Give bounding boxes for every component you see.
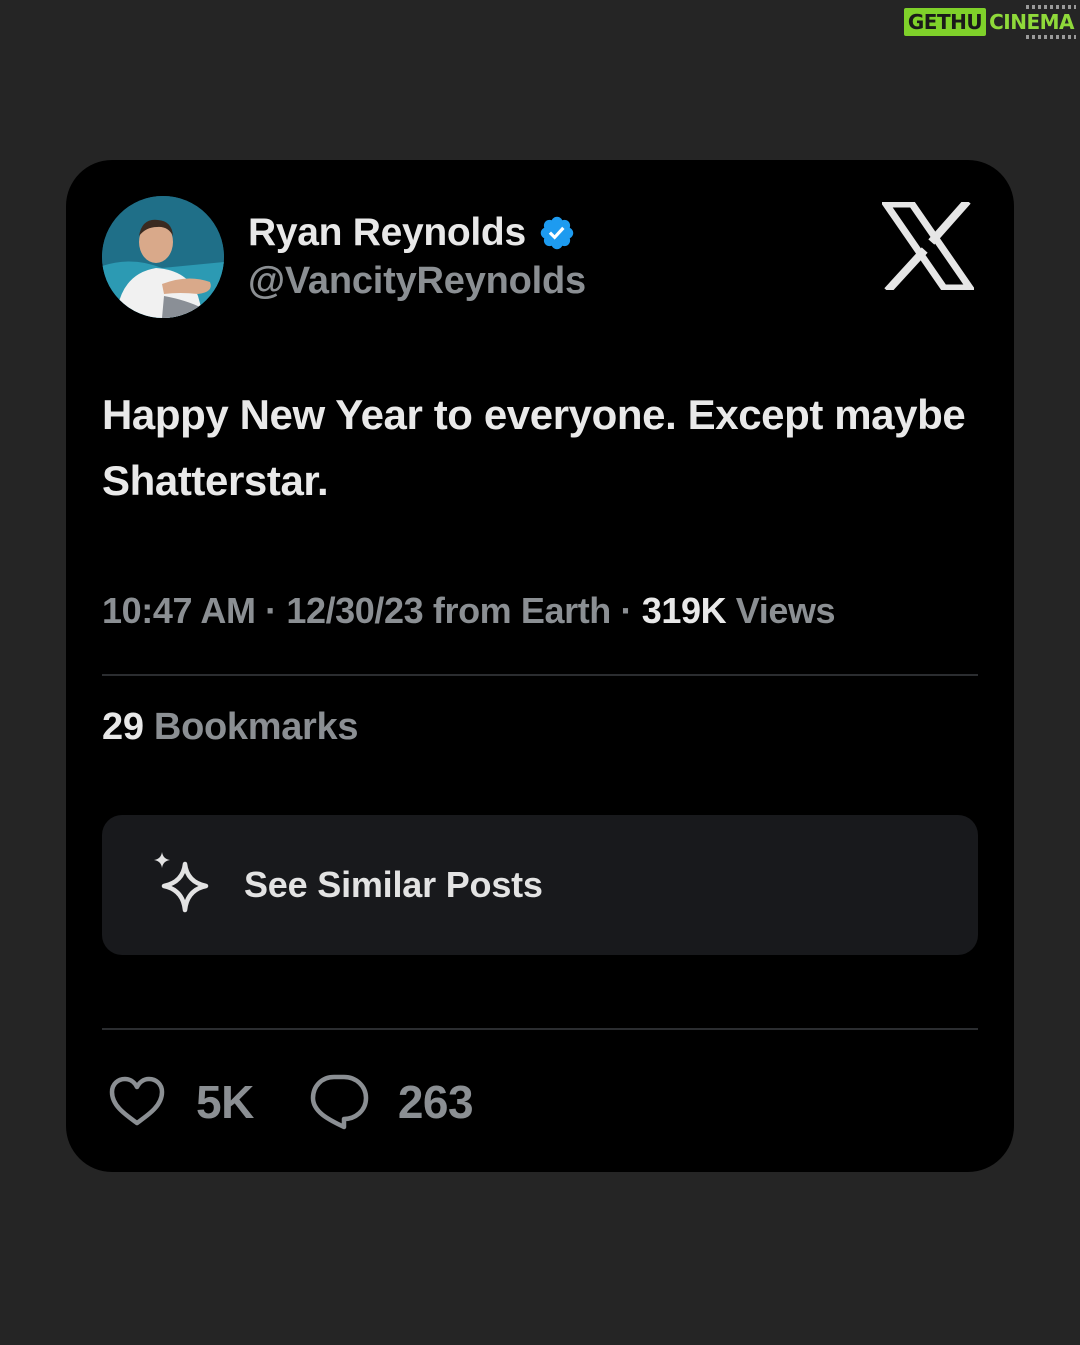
post-card: Ryan Reynolds @VancityReynolds Happy New…: [66, 160, 1014, 1172]
views-label: Views: [726, 590, 836, 631]
author-name-row: Ryan Reynolds: [248, 208, 586, 258]
post-meta: 10:47 AM · 12/30/23 from Earth · 319K Vi…: [102, 590, 836, 632]
bookmarks-stat[interactable]: 29 Bookmarks: [102, 706, 359, 749]
meta-separator: ·: [255, 590, 287, 631]
heart-icon: [109, 1076, 165, 1126]
bookmarks-count: 29: [102, 706, 144, 748]
post-date[interactable]: 12/30/23: [286, 590, 423, 631]
like-button[interactable]: 5K: [106, 1071, 254, 1133]
watermark-part-2: CINEMA: [986, 5, 1076, 39]
post-text: Happy New Year to everyone. Except maybe…: [102, 391, 966, 504]
post-actions: 5K 263: [106, 1070, 474, 1134]
reply-button[interactable]: 263: [308, 1071, 474, 1133]
avatar-photo: [102, 196, 224, 318]
meta-separator-2: ·: [610, 590, 642, 631]
author-name[interactable]: Ryan Reynolds: [248, 211, 526, 255]
watermark-part-1: GETHU: [903, 8, 987, 36]
post-location: from Earth: [432, 590, 611, 631]
sparkle-icon: [154, 852, 209, 913]
verified-badge-icon: [538, 214, 576, 252]
divider-top: [102, 674, 978, 676]
author-block: Ryan Reynolds @VancityReynolds: [248, 208, 586, 303]
see-similar-posts-button[interactable]: See Similar Posts: [102, 815, 978, 955]
views-count: 319K: [641, 590, 727, 631]
author-handle[interactable]: @VancityReynolds: [248, 260, 586, 303]
watermark-part-2-text: CINEMA: [989, 10, 1074, 34]
x-logo-icon: [879, 198, 977, 294]
likes-count: 5K: [196, 1076, 254, 1128]
post-time[interactable]: 10:47 AM: [102, 590, 256, 631]
avatar[interactable]: [102, 196, 224, 318]
watermark-logo: GETHU CINEMA: [903, 5, 1076, 39]
film-strip-top: [1026, 5, 1076, 9]
replies-count: 263: [397, 1076, 474, 1128]
reply-bubble-icon: [310, 1074, 369, 1130]
film-strip-bottom: [1026, 35, 1076, 39]
see-similar-posts-label: See Similar Posts: [244, 864, 543, 905]
bookmarks-label: Bookmarks: [143, 706, 359, 748]
divider-bottom: [102, 1028, 978, 1030]
